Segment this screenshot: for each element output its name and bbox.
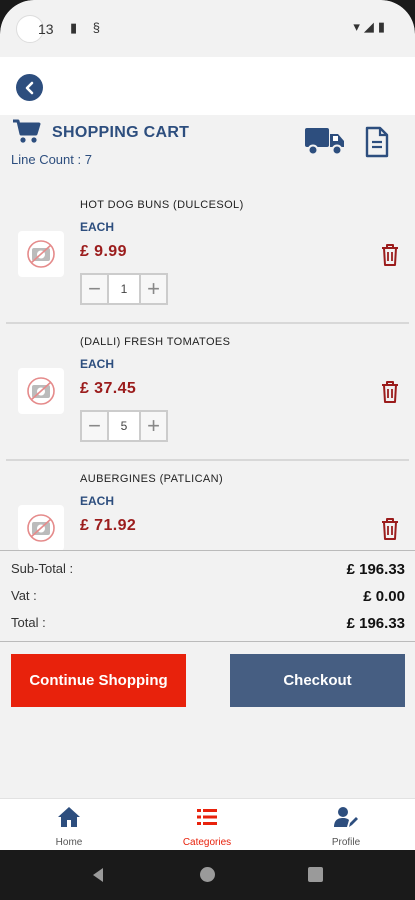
- quantity-stepper: − 5 +: [80, 410, 168, 442]
- nav-profile[interactable]: Profile: [277, 799, 415, 851]
- item-price: £ 37.45: [80, 380, 137, 397]
- cart-items-list: HOT DOG BUNS (DULCESOL) EACH £ 9.99 − 1 …: [0, 187, 415, 551]
- quantity-value[interactable]: 5: [109, 410, 139, 442]
- bottom-nav: Home Categories Profile: [0, 798, 415, 850]
- status-time: 13: [38, 21, 54, 37]
- checkout-button[interactable]: Checkout: [230, 654, 405, 707]
- item-unit: EACH: [80, 494, 115, 508]
- status-bar: 13 ▮ § ▾◢▮: [0, 0, 415, 57]
- page-title: SHOPPING CART: [52, 124, 190, 141]
- total-value: £ 196.33: [346, 615, 405, 632]
- item-price: £ 71.92: [80, 517, 137, 534]
- nav-categories[interactable]: Categories: [138, 799, 276, 851]
- quantity-stepper: − 1 +: [80, 273, 168, 305]
- item-name: (DALLI) FRESH TOMATOES: [80, 336, 231, 348]
- notification-icons: ▮ §: [70, 20, 106, 35]
- recents-square-icon[interactable]: [308, 867, 323, 882]
- item-name: HOT DOG BUNS (DULCESOL): [80, 199, 244, 211]
- item-unit: EACH: [80, 220, 115, 234]
- home-icon: [58, 807, 80, 827]
- document-icon[interactable]: [364, 126, 390, 158]
- chevron-left-icon: [25, 81, 33, 94]
- android-navigation-bar: [0, 850, 415, 900]
- cart-item: AUBERGINES (PATLICAN) EACH £ 71.92: [0, 461, 415, 551]
- trash-icon[interactable]: [380, 243, 400, 267]
- trash-icon[interactable]: [380, 517, 400, 541]
- vat-row: Vat : £ 0.00: [11, 588, 405, 608]
- nav-categories-label: Categories: [182, 837, 232, 848]
- top-bar: [0, 57, 415, 115]
- nav-home-label: Home: [55, 837, 83, 848]
- total-label: Total :: [11, 615, 46, 630]
- increase-quantity-button[interactable]: +: [139, 410, 168, 442]
- cart-item: (DALLI) FRESH TOMATOES EACH £ 37.45 − 5 …: [0, 324, 415, 461]
- subtotal-row: Sub-Total : £ 196.33: [11, 561, 405, 581]
- cart-icon: [13, 119, 41, 143]
- trash-icon[interactable]: [380, 380, 400, 404]
- nav-home[interactable]: Home: [0, 799, 138, 851]
- line-count: Line Count : 7: [11, 152, 92, 167]
- back-button[interactable]: [16, 74, 43, 101]
- phone-screen: 13 ▮ § ▾◢▮ SHOPPING CART Line Count : 7: [0, 0, 415, 900]
- cart-header: SHOPPING CART Line Count : 7: [0, 115, 415, 177]
- list-icon: [197, 809, 217, 825]
- cart-item: HOT DOG BUNS (DULCESOL) EACH £ 9.99 − 1 …: [0, 187, 415, 324]
- user-edit-icon: [334, 807, 358, 827]
- no-image-icon: [18, 505, 64, 551]
- home-circle-icon[interactable]: [200, 867, 215, 882]
- item-unit: EACH: [80, 357, 115, 371]
- increase-quantity-button[interactable]: +: [139, 273, 168, 305]
- subtotal-value: £ 196.33: [346, 561, 405, 578]
- continue-shopping-button[interactable]: Continue Shopping: [11, 654, 186, 707]
- app-content: SHOPPING CART Line Count : 7 HOT DOG BUN…: [0, 57, 415, 850]
- total-row: Total : £ 196.33: [11, 615, 405, 635]
- truck-icon[interactable]: [304, 125, 346, 157]
- decrease-quantity-button[interactable]: −: [80, 273, 109, 305]
- item-name: AUBERGINES (PATLICAN): [80, 473, 224, 485]
- nav-profile-label: Profile: [331, 837, 361, 848]
- item-price: £ 9.99: [80, 243, 127, 260]
- system-status-icons: ▾◢▮: [353, 19, 389, 34]
- subtotal-label: Sub-Total :: [11, 561, 74, 576]
- back-triangle-icon[interactable]: [90, 867, 106, 883]
- vat-label: Vat :: [11, 588, 37, 603]
- no-image-icon: [18, 368, 64, 414]
- vat-value: £ 0.00: [363, 588, 405, 605]
- quantity-value[interactable]: 1: [109, 273, 139, 305]
- decrease-quantity-button[interactable]: −: [80, 410, 109, 442]
- order-totals: Sub-Total : £ 196.33 Vat : £ 0.00 Total …: [0, 550, 415, 642]
- no-image-icon: [18, 231, 64, 277]
